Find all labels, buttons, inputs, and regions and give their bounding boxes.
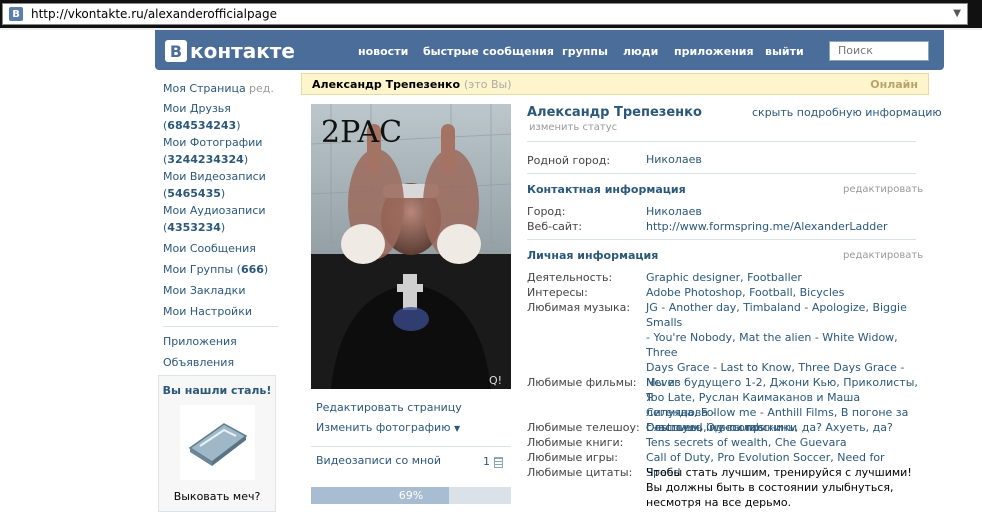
personal-edit-link[interactable]: редактировать xyxy=(843,250,923,261)
profile-name-bar: Александр Трепезенко (это Вы) Онлайн xyxy=(301,73,929,95)
profile-name-header: Александр Трепезенко xyxy=(312,77,461,91)
address-bar[interactable]: B http://vkontakte.ru/alexanderofficialp… xyxy=(2,3,968,25)
site-header: B контакте новости быстрые сообщения гру… xyxy=(155,30,944,70)
quotes-label: Любимые цитаты: xyxy=(527,466,633,479)
divider xyxy=(527,141,916,142)
profile-name: Александр Трепезенко xyxy=(527,105,702,120)
books-label: Любимые книги: xyxy=(527,436,624,449)
city-value[interactable]: Николаев xyxy=(646,204,921,219)
nav-logout[interactable]: выйти xyxy=(765,45,804,58)
hometown-value[interactable]: Николаев xyxy=(646,152,921,167)
menu-friends[interactable]: Мои Друзья (684534243) xyxy=(163,100,278,134)
games-label: Любимые игры: xyxy=(527,451,619,464)
photo-corner-mark: Q! xyxy=(489,374,502,387)
movies-label: Любимые фильмы: xyxy=(527,376,637,389)
this-is-you-label: (это Вы) xyxy=(464,77,512,91)
site-logo[interactable]: B контакте xyxy=(165,39,295,63)
menu-groups[interactable]: Мои Группы (666) xyxy=(163,261,278,278)
profile-photo[interactable]: 2PAC Q! xyxy=(311,104,511,389)
audio-count: 4353234 xyxy=(167,221,221,234)
nav-quick-messages[interactable]: быстрые сообщения xyxy=(423,45,554,58)
profile-progress-bar: 69% xyxy=(311,487,511,504)
quotes-value: Чтобы стать лучшим, тренируйся с лучшими… xyxy=(646,465,921,510)
groups-count: 666 xyxy=(240,263,264,276)
menu-photos[interactable]: Мои Фотографии (3244234324) xyxy=(163,134,278,168)
nav-people[interactable]: люди xyxy=(623,45,658,58)
divider xyxy=(311,446,511,447)
quote-line: Чтобы стать лучшим, тренируйся с лучшими… xyxy=(646,466,912,479)
contact-section-title: Контактная информация xyxy=(527,183,686,196)
search-input[interactable]: Поиск xyxy=(829,41,929,61)
website-link[interactable]: http://www.formspring.me/AlexanderLadder xyxy=(646,219,921,234)
ad-title: Вы нашли сталь! xyxy=(162,384,272,397)
nav-groups[interactable]: группы xyxy=(562,45,608,58)
change-photo-label: Изменить фотографию xyxy=(316,421,451,434)
activity-label: Деятельность: xyxy=(527,271,613,284)
divider xyxy=(527,239,916,240)
logo-text: контакте xyxy=(190,39,295,63)
tv-value[interactable]: Destroyed in seconds xyxy=(646,420,921,435)
menu-settings[interactable]: Мои Настройки xyxy=(163,303,278,320)
nav-news[interactable]: новости xyxy=(358,45,408,58)
menu-audio[interactable]: Мои Аудиозаписи (4353234) xyxy=(163,202,278,236)
menu-ads[interactable]: Объявления xyxy=(163,354,278,371)
menu-groups-label: Мои Группы xyxy=(163,263,234,276)
caret-down-icon: ▼ xyxy=(453,424,461,433)
change-photo-link[interactable]: Изменить фотографию ▼ xyxy=(316,421,460,434)
nav-apps[interactable]: приложения xyxy=(674,45,754,58)
quote-line: несмотря на все дерьмо. xyxy=(646,496,792,509)
website-label: Веб-сайт: xyxy=(527,220,583,233)
progress-label: 69% xyxy=(398,489,424,502)
tv-label: Любимые телешоу: xyxy=(527,421,640,434)
interests-label: Интересы: xyxy=(527,286,588,299)
vk-favicon-icon: B xyxy=(9,7,23,21)
music-line[interactable]: JG - Another day, Timbaland - Apologize,… xyxy=(646,300,921,330)
menu-photos-label: Мои Фотографии xyxy=(163,136,263,149)
interests-value[interactable]: Adobe Photoshop, Football, Bicycles xyxy=(646,285,921,300)
personal-section-title: Личная информация xyxy=(527,249,659,262)
chevron-down-icon[interactable]: ▼ xyxy=(953,8,961,19)
videos-with-me-count: 1 xyxy=(483,455,503,468)
logo-letter: B xyxy=(165,40,187,62)
browser-chrome: B http://vkontakte.ru/alexanderofficialp… xyxy=(0,0,982,28)
menu-divider xyxy=(163,326,278,327)
steel-ingot-icon[interactable] xyxy=(179,405,255,480)
menu-audio-label: Мои Аудиозаписи xyxy=(163,204,266,217)
change-status-link[interactable]: изменить статус xyxy=(529,122,617,133)
left-menu: Моя Страница ред. Мои Друзья (684534243) М… xyxy=(163,80,278,371)
music-label: Любимая музыка: xyxy=(527,301,631,314)
videos-count: 5465435 xyxy=(167,187,221,200)
url-text[interactable]: http://vkontakte.ru/alexanderofficialpag… xyxy=(31,7,277,21)
hide-details-link[interactable]: скрыть подробную информацию xyxy=(752,106,942,119)
film-icon xyxy=(493,456,503,468)
ad-caption[interactable]: Выковать меч? xyxy=(159,490,275,503)
menu-friends-label: Мои Друзья xyxy=(163,102,231,115)
movies-line[interactable]: легенда, Follow me - Anthill Films, В по… xyxy=(646,405,921,420)
quote-line: Вы должны быть в состоянии улыбнуться, xyxy=(646,481,894,494)
menu-bookmarks[interactable]: Мои Закладки xyxy=(163,282,278,299)
divider xyxy=(527,173,916,174)
videos-with-me-link[interactable]: Видеозаписи со мной xyxy=(316,454,441,467)
city-label: Город: xyxy=(527,205,566,218)
hometown-label: Родной город: xyxy=(527,154,611,167)
menu-videos-label: Мои Видеозаписи xyxy=(163,170,266,183)
menu-my-page-label[interactable]: Моя Страница xyxy=(163,82,246,95)
contact-edit-link[interactable]: редактировать xyxy=(843,184,923,195)
videos-with-me-count-value: 1 xyxy=(483,455,490,468)
photo-text: 2PAC xyxy=(321,115,402,150)
edit-page-link[interactable]: Редактировать страницу xyxy=(316,401,462,414)
friends-count: 684534243 xyxy=(167,119,237,132)
menu-messages[interactable]: Мои Сообщения xyxy=(163,240,278,257)
ad-block[interactable]: Вы нашли сталь! Выковать меч? xyxy=(158,375,276,512)
online-status: Онлайн xyxy=(870,77,918,91)
menu-my-page[interactable]: Моя Страница ред. xyxy=(163,80,278,97)
books-value[interactable]: Tens secrets of wealth, Che Guevara xyxy=(646,435,921,450)
photos-count: 3244234324 xyxy=(167,153,244,166)
activity-value[interactable]: Graphic designer, Footballer xyxy=(646,270,921,285)
music-line[interactable]: - You're Nobody, Mat the alien - White W… xyxy=(646,330,921,360)
menu-videos[interactable]: Мои Видеозаписи (5465435) xyxy=(163,168,278,202)
menu-edit-link[interactable]: ред. xyxy=(249,80,274,97)
movies-line[interactable]: Мы из будущего 1-2, Джони Кью, Приколист… xyxy=(646,375,921,405)
menu-apps[interactable]: Приложения xyxy=(163,333,278,350)
